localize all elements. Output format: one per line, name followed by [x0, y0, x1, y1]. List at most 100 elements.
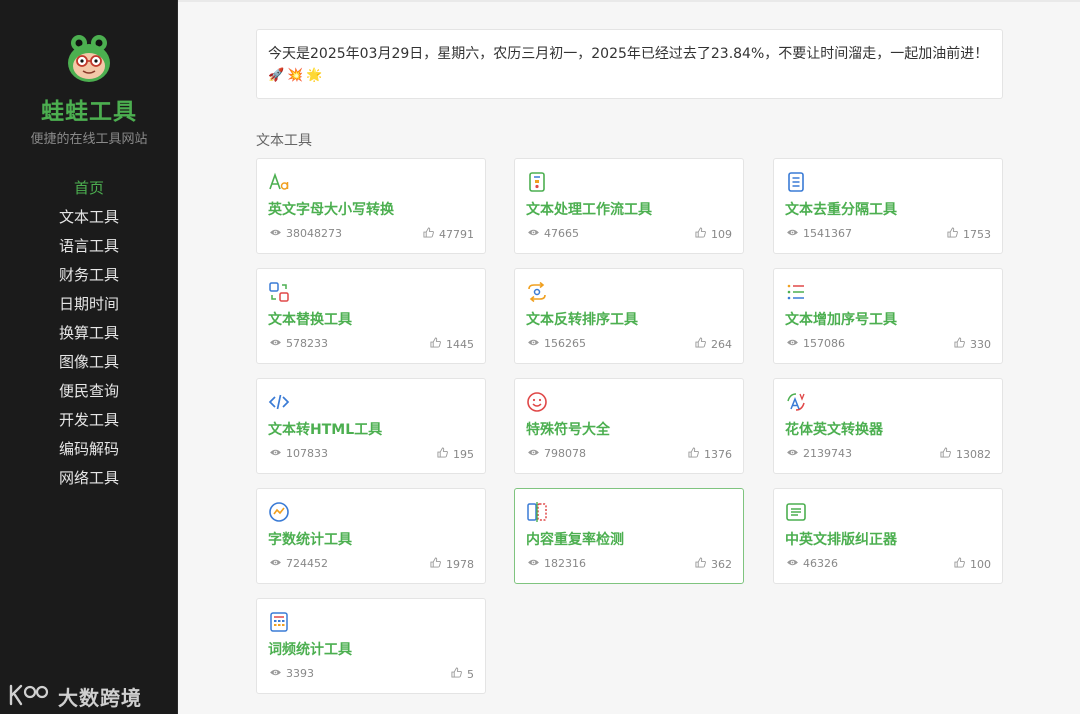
tool-name[interactable]: 字数统计工具	[268, 529, 352, 549]
tool-likes[interactable]: 1445	[430, 337, 474, 351]
typeset-icon	[785, 501, 807, 523]
tool-name[interactable]: 文本转HTML工具	[268, 419, 382, 439]
tool-views: 1541367	[786, 227, 852, 240]
like-count: 264	[711, 337, 732, 351]
tool-likes[interactable]: 264	[695, 337, 732, 351]
tool-card[interactable]: 字数统计工具 724452 1978	[256, 488, 486, 584]
view-count: 3393	[286, 667, 314, 680]
tool-name[interactable]: 文本处理工作流工具	[526, 199, 652, 219]
view-count: 38048273	[286, 227, 342, 240]
tool-likes[interactable]: 109	[695, 227, 732, 241]
tool-views: 157086	[786, 337, 845, 350]
tool-likes[interactable]: 1376	[688, 447, 732, 461]
tool-name[interactable]: 花体英文转换器	[785, 419, 883, 439]
tool-name[interactable]: 中英文排版纠正器	[785, 529, 897, 549]
tool-name[interactable]: 词频统计工具	[268, 639, 352, 659]
eye-icon	[786, 447, 803, 460]
nav-item-date-time[interactable]: 日期时间	[0, 294, 178, 323]
tool-likes[interactable]: 13082	[940, 447, 991, 461]
frog-logo-icon[interactable]	[66, 34, 112, 84]
nav-item-dev-tools[interactable]: 开发工具	[0, 410, 178, 439]
tool-card[interactable]: 文本替换工具 578233 1445	[256, 268, 486, 364]
nav-item-convenience-query[interactable]: 便民查询	[0, 381, 178, 410]
thumbs-up-icon[interactable]	[940, 447, 956, 461]
tool-likes[interactable]: 1753	[947, 227, 991, 241]
view-count: 47665	[544, 227, 579, 240]
tool-likes[interactable]: 100	[954, 557, 991, 571]
brand-name[interactable]: 蛙蛙工具	[0, 92, 178, 126]
thumbs-up-icon[interactable]	[430, 337, 446, 351]
chart-circle-icon	[268, 501, 290, 523]
reverse-icon	[526, 281, 548, 303]
nav-item-finance-tools[interactable]: 财务工具	[0, 265, 178, 294]
like-count: 1445	[446, 337, 474, 351]
nav-item-conversion-tools[interactable]: 换算工具	[0, 323, 178, 352]
thumbs-up-icon[interactable]	[688, 447, 704, 461]
tool-card[interactable]: 英文字母大小写转换 38048273 47791	[256, 158, 486, 254]
tool-likes[interactable]: 5	[451, 667, 474, 681]
tool-name[interactable]: 英文字母大小写转换	[268, 199, 394, 219]
like-count: 47791	[439, 227, 474, 241]
watermark: 大数跨境	[8, 680, 168, 710]
like-count: 100	[970, 557, 991, 571]
tool-name[interactable]: 文本去重分隔工具	[785, 199, 897, 219]
thumbs-up-icon[interactable]	[451, 667, 467, 681]
tool-card[interactable]: 文本反转排序工具 156265 264	[514, 268, 744, 364]
code-icon	[268, 391, 290, 413]
tool-card[interactable]: 文本转HTML工具 107833 195	[256, 378, 486, 474]
tool-name[interactable]: 特殊符号大全	[526, 419, 610, 439]
eye-icon	[786, 227, 803, 240]
tool-card[interactable]: 内容重复率检测 182316 362	[514, 488, 744, 584]
tool-card[interactable]: 文本增加序号工具 157086 330	[773, 268, 1003, 364]
nav-item-text-tools[interactable]: 文本工具	[0, 207, 178, 236]
thumbs-up-icon[interactable]	[954, 557, 970, 571]
smiley-icon	[526, 391, 548, 413]
tool-name[interactable]: 文本反转排序工具	[526, 309, 638, 329]
watermark-text: 大数跨境	[58, 686, 142, 710]
tool-card[interactable]: 词频统计工具 3393 5	[256, 598, 486, 694]
like-count: 1753	[963, 227, 991, 241]
sidebar-nav: 首页 文本工具 语言工具 财务工具 日期时间 换算工具 图像工具 便民查询 开发…	[0, 178, 178, 497]
tool-card[interactable]: 特殊符号大全 798078 1376	[514, 378, 744, 474]
tool-name[interactable]: 文本替换工具	[268, 309, 352, 329]
view-count: 182316	[544, 557, 586, 570]
tool-card[interactable]: 文本去重分隔工具 1541367 1753	[773, 158, 1003, 254]
nav-item-network-tools[interactable]: 网络工具	[0, 468, 178, 497]
thumbs-up-icon[interactable]	[695, 337, 711, 351]
nav-item-home[interactable]: 首页	[0, 178, 178, 207]
tool-card[interactable]: 中英文排版纠正器 46326 100	[773, 488, 1003, 584]
nav-item-language-tools[interactable]: 语言工具	[0, 236, 178, 265]
tool-views: 798078	[527, 447, 586, 460]
view-count: 724452	[286, 557, 328, 570]
eye-icon	[527, 557, 544, 570]
tool-card[interactable]: 文本处理工作流工具 47665 109	[514, 158, 744, 254]
tool-views: 724452	[269, 557, 328, 570]
eye-icon	[269, 667, 286, 680]
thumbs-up-icon[interactable]	[437, 447, 453, 461]
tool-likes[interactable]: 362	[695, 557, 732, 571]
thumbs-up-icon[interactable]	[947, 227, 963, 241]
thumbs-up-icon[interactable]	[954, 337, 970, 351]
tool-likes[interactable]: 195	[437, 447, 474, 461]
top-border	[178, 0, 1080, 2]
section-title: 文本工具	[256, 133, 312, 149]
like-count: 5	[467, 667, 474, 681]
like-count: 13082	[956, 447, 991, 461]
eye-icon	[269, 227, 286, 240]
thumbs-up-icon[interactable]	[423, 227, 439, 241]
tool-name[interactable]: 文本增加序号工具	[785, 309, 897, 329]
workflow-icon	[526, 171, 548, 193]
watermark-logo-icon	[9, 684, 49, 706]
tool-likes[interactable]: 47791	[423, 227, 474, 241]
eye-icon	[269, 447, 286, 460]
thumbs-up-icon[interactable]	[695, 557, 711, 571]
tool-likes[interactable]: 330	[954, 337, 991, 351]
tool-name[interactable]: 内容重复率检测	[526, 529, 624, 549]
thumbs-up-icon[interactable]	[695, 227, 711, 241]
tool-likes[interactable]: 1978	[430, 557, 474, 571]
nav-item-image-tools[interactable]: 图像工具	[0, 352, 178, 381]
thumbs-up-icon[interactable]	[430, 557, 446, 571]
tool-card[interactable]: 花体英文转换器 2139743 13082	[773, 378, 1003, 474]
nav-item-encode-decode[interactable]: 编码解码	[0, 439, 178, 468]
like-count: 1978	[446, 557, 474, 571]
